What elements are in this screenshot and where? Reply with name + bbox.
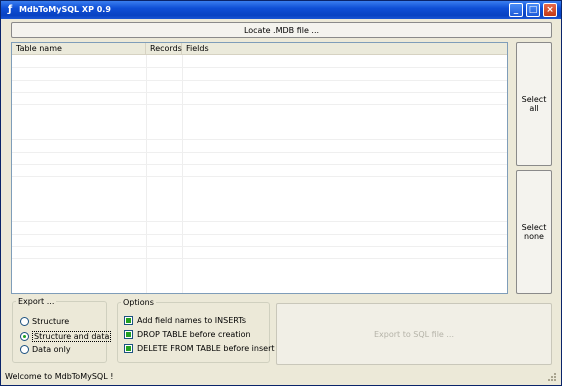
radio-data-only-label: Data only [32,345,71,354]
checkbox-drop-table-label: DROP TABLE before creation [137,330,251,339]
list-gridline [12,152,507,153]
locate-mdb-button[interactable]: Locate .MDB file ... [11,22,552,38]
checkbox-checked-icon[interactable] [124,344,133,353]
radio-structure-and-data[interactable]: Structure and data [20,331,112,342]
radio-selected-icon[interactable] [20,332,29,341]
list-header: Table name Records Fields [12,43,507,55]
radio-icon[interactable] [20,317,29,326]
list-gridline [12,258,507,259]
radio-data-only[interactable]: Data only [20,345,71,354]
radio-structure[interactable]: Structure [20,317,69,326]
checkbox-delete-from-table[interactable]: DELETE FROM TABLE before insert [124,344,275,353]
checkbox-add-field-names[interactable]: Add field names to INSERTs [124,316,246,325]
export-sql-button[interactable]: Export to SQL file ... [276,303,552,365]
minimize-button[interactable]: _ [509,3,523,17]
radio-icon[interactable] [20,345,29,354]
column-header-table-name[interactable]: Table name [12,43,146,55]
tables-list[interactable]: Table name Records Fields [11,42,508,294]
maximize-button[interactable]: □ [526,3,540,17]
column-header-records[interactable]: Records [146,43,182,55]
checkbox-checked-icon[interactable] [124,316,133,325]
list-gridline [12,234,507,235]
checkbox-checked-icon[interactable] [124,330,133,339]
close-button[interactable]: × [543,3,557,17]
list-gridline [12,80,507,81]
list-gridline [12,176,507,177]
window-title: MdbToMySQL XP 0.9 [19,5,111,14]
checkbox-drop-table[interactable]: DROP TABLE before creation [124,330,251,339]
list-gridline [12,104,507,105]
title-bar[interactable]: ƒ MdbToMySQL XP 0.9 _ □ × [1,1,561,19]
select-none-button[interactable]: Select none [516,170,552,294]
radio-structure-label: Structure [32,317,70,326]
list-gridline [12,92,507,93]
app-window: ƒ MdbToMySQL XP 0.9 _ □ × Locate .MDB fi… [0,0,562,386]
app-icon: ƒ [7,4,13,15]
checkbox-add-field-names-label: Add field names to INSERTs [137,316,246,325]
select-all-button[interactable]: Select all [516,42,552,166]
column-header-fields[interactable]: Fields [182,43,507,55]
status-bar-text: Welcome to MdbToMySQL ! [5,372,114,381]
list-gridline [12,67,507,68]
options-group-legend: Options [123,298,154,307]
list-gridline [12,164,507,165]
list-gridline [12,139,507,140]
list-gridline [12,221,507,222]
resize-grip-icon[interactable] [545,372,557,382]
export-group-legend: Export ... [18,297,55,306]
list-gridline [12,246,507,247]
checkbox-delete-from-table-label: DELETE FROM TABLE before insert [137,344,275,353]
radio-structure-and-data-label: Structure and data [32,331,112,342]
